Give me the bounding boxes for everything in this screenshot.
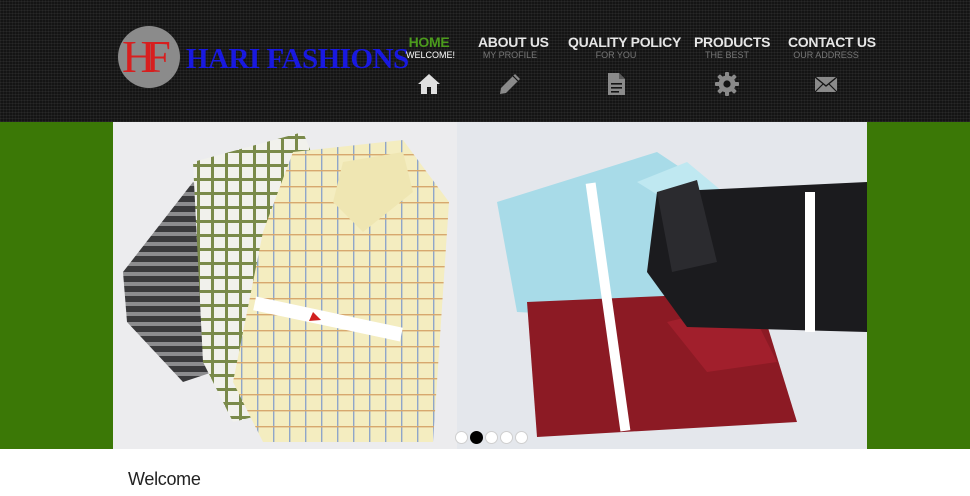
slide-image-checked-shirts: [113, 122, 457, 449]
nav-about-us[interactable]: ABOUT US MY PROFILE: [478, 34, 549, 97]
nav-home-title: HOME: [408, 34, 450, 50]
slider-dot-1[interactable]: [455, 431, 468, 444]
nav-home-subtitle: WELCOME!: [406, 50, 456, 60]
slide-image-solid-shirts: [457, 122, 867, 449]
slider-pagination: [455, 431, 535, 445]
nav-contact-us-subtitle: OUR ADDRESS: [793, 50, 859, 60]
gear-icon: [714, 71, 740, 97]
logo-text: HARI FASHIONS: [186, 43, 409, 75]
nav-quality-policy-title: QUALITY POLICY: [568, 34, 681, 50]
nav-about-us-title: ABOUT US: [478, 34, 549, 50]
slider-dot-4[interactable]: [500, 431, 513, 444]
slider-dot-3[interactable]: [485, 431, 498, 444]
nav-contact-us[interactable]: CONTACT US OUR ADDRESS: [788, 34, 876, 97]
nav-products-subtitle: THE BEST: [704, 50, 749, 60]
logo-mark: HF: [122, 31, 171, 82]
slider-dot-5[interactable]: [515, 431, 528, 444]
nav-home[interactable]: HOME WELCOME!: [406, 34, 456, 97]
solid-shirts-illustration: [497, 152, 867, 437]
nav-products-title: PRODUCTS: [694, 34, 771, 50]
nav-contact-us-title: CONTACT US: [788, 34, 876, 50]
site-logo[interactable]: HF HARI FASHIONS: [116, 24, 409, 94]
slider-dot-2[interactable]: [470, 431, 483, 444]
welcome-heading: Welcome: [128, 469, 201, 489]
home-icon: [416, 71, 442, 97]
nav-products[interactable]: PRODUCTS THE BEST: [694, 34, 771, 97]
checked-shirts-illustration: [123, 132, 449, 442]
image-slider[interactable]: [113, 122, 867, 449]
document-icon: [603, 71, 629, 97]
nav-about-us-subtitle: MY PROFILE: [482, 50, 538, 60]
site-header: HF HARI FASHIONS HOME WELCOME! ABOUT US …: [0, 0, 970, 122]
pencil-icon: [497, 71, 523, 97]
nav-quality-policy[interactable]: QUALITY POLICY FOR YOU: [568, 34, 681, 97]
envelope-icon: [813, 71, 839, 97]
nav-quality-policy-subtitle: FOR YOU: [595, 50, 637, 60]
